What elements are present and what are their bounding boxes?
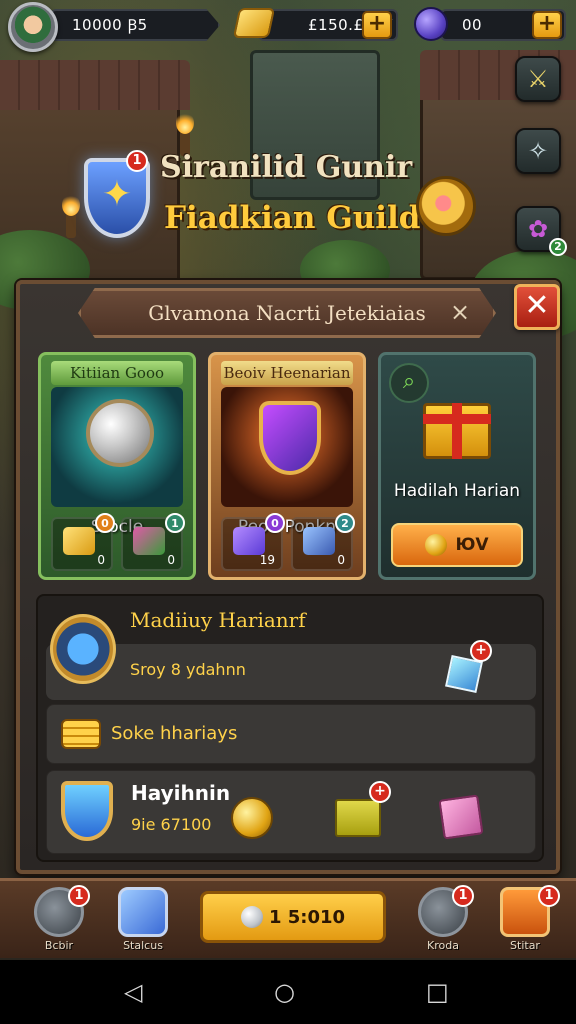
row-subtitle: Sroy 8 ydahnn xyxy=(130,660,246,679)
gem-icon xyxy=(414,7,448,41)
item-slot[interactable]: 0 19 xyxy=(221,513,285,571)
orb-icon xyxy=(86,399,154,467)
row-badge: + xyxy=(369,781,391,803)
pink-gift-icon xyxy=(438,794,484,840)
row-text: Soke hhariays xyxy=(111,723,238,744)
home-icon[interactable]: ○ xyxy=(274,980,295,1004)
daily-rewards-panel: Glvamona Nacrti Jetekiaias × ✕ Kitiian G… xyxy=(16,280,560,874)
nav-button-kroda[interactable]: 1 Kroda xyxy=(408,885,478,955)
daily-gift-card[interactable]: ⌕ Hadilah Harian ЮV xyxy=(378,352,536,580)
back-icon[interactable]: ◁ xyxy=(124,980,142,1004)
slot-badge: 0 xyxy=(265,513,285,533)
nav-label: Kroda xyxy=(427,939,459,952)
player-value-pill: 10000 Ꞵ5 xyxy=(50,9,220,41)
nav-label: Bcbir xyxy=(44,939,74,952)
card-label: Beoiv Heenarian xyxy=(221,361,353,385)
gem-amount: 00 xyxy=(462,16,483,34)
center-button-label: 1 5:010 xyxy=(268,906,346,928)
item-slot[interactable]: 2 0 xyxy=(291,513,355,571)
coin-icon xyxy=(425,534,448,556)
sword-shortcut-button[interactable]: ⚔ xyxy=(515,56,561,102)
reward-card-orange[interactable]: Beoiv Heenarian Peob Ponkn 0 19 2 0 xyxy=(208,352,366,580)
reward-card-green[interactable]: Kitiian Gooo Stocle 0 0 1 0 xyxy=(38,352,196,580)
slot-count: 0 xyxy=(337,553,345,567)
potion-icon xyxy=(259,401,321,475)
nav-badge: 1 xyxy=(538,885,560,907)
add-gold-button[interactable]: + xyxy=(362,11,392,39)
gift-box-icon xyxy=(335,799,381,837)
crystal-icon xyxy=(233,527,265,555)
jar-icon xyxy=(303,527,335,555)
map-shortcut-button[interactable]: ✧ xyxy=(515,128,561,174)
nav-button-bcbir[interactable]: 1 Bcbir xyxy=(24,885,94,955)
slot-badge: 1 xyxy=(165,513,185,533)
nav-button-stalcus[interactable]: Stalcus xyxy=(108,887,178,955)
claim-button-label: ЮV xyxy=(455,535,489,555)
crystal-icon xyxy=(118,887,168,937)
silver-coin-icon xyxy=(240,906,263,928)
add-gems-button[interactable]: + xyxy=(532,11,562,39)
panel-header: Glvamona Nacrti Jetekiaias xyxy=(78,288,496,338)
torch-icon xyxy=(62,194,80,238)
nav-label: Stalcus xyxy=(123,939,163,952)
nav-button-stitar[interactable]: 1 Stitar xyxy=(490,885,560,955)
guild-key-icon xyxy=(416,176,476,236)
resource-bar: 10000 Ꞵ5 £150.£5K7 + 00 + xyxy=(0,0,576,52)
row-title: Madiiuy Harianrf xyxy=(130,608,306,632)
panel-title: Glvamona Nacrti Jetekiaias xyxy=(148,301,426,325)
player-avatar[interactable] xyxy=(8,2,58,52)
slot-badge: 0 xyxy=(95,513,115,533)
nav-badge: 1 xyxy=(68,885,90,907)
list-item[interactable]: Soke hhariays xyxy=(46,704,536,764)
list-item[interactable]: Hayihnin 9ie 67100 + xyxy=(46,770,536,854)
header-dismiss-icon[interactable]: × xyxy=(450,300,470,324)
gold-coin-icon xyxy=(231,797,273,839)
left-roof xyxy=(0,60,190,110)
gold-bar-icon xyxy=(63,527,95,555)
flower-icon: ✿ xyxy=(527,215,549,243)
card-art: Peob Ponkn xyxy=(221,387,353,537)
row-title: Hayihnin xyxy=(131,781,231,805)
clover-icon xyxy=(133,527,165,555)
arrow-emblem-icon xyxy=(50,614,116,684)
claim-button[interactable]: ЮV xyxy=(391,523,523,567)
card-art: Stocle xyxy=(51,387,183,537)
row-badge: + xyxy=(470,640,492,662)
event-shortcut-button[interactable]: ✿ 2 xyxy=(515,206,567,256)
sword-icon: ⚔ xyxy=(527,65,549,93)
row-subtitle: 9ie 67100 xyxy=(131,815,212,834)
gift-box-icon xyxy=(423,403,491,459)
system-navigation-bar: ◁ ○ □ xyxy=(0,960,576,1024)
slot-count: 0 xyxy=(167,553,175,567)
center-action-button[interactable]: 1 5:010 xyxy=(200,891,386,943)
recent-apps-icon[interactable]: □ xyxy=(426,980,449,1004)
guild-notification-badge: 1 xyxy=(126,150,148,172)
event-badge: 2 xyxy=(549,238,567,256)
compass-icon: ✧ xyxy=(527,137,549,165)
item-slot[interactable]: 1 0 xyxy=(121,513,185,571)
guild-title-line2: Fiadkian Guild xyxy=(164,200,421,236)
card-label: Kitiian Gooo xyxy=(51,361,183,385)
close-button[interactable]: ✕ xyxy=(514,284,560,330)
card-name: Hadilah Harian xyxy=(393,481,521,501)
slot-badge: 2 xyxy=(335,513,355,533)
guild-title-line1: Siranilid Gunir xyxy=(160,150,413,185)
slot-count: 19 xyxy=(259,553,275,567)
nav-label: Stitar xyxy=(510,939,540,952)
bottom-navigation: 1 Bcbir Stalcus 1 5:010 1 Kroda 1 Stitar xyxy=(0,878,576,958)
reward-list: Madiiuy Harianrf Sroy 8 ydahnn + Soke hh… xyxy=(36,594,544,862)
slot-count: 0 xyxy=(97,553,105,567)
shield-icon xyxy=(61,781,113,841)
player-value: 10000 Ꞵ5 xyxy=(72,16,148,34)
gold-bar-icon xyxy=(232,8,276,38)
coin-stack-icon xyxy=(61,719,101,749)
item-slot[interactable]: 0 0 xyxy=(51,513,115,571)
magnify-icon[interactable]: ⌕ xyxy=(389,363,429,403)
list-item[interactable]: Madiiuy Harianrf Sroy 8 ydahnn + xyxy=(46,606,536,706)
nav-badge: 1 xyxy=(452,885,474,907)
